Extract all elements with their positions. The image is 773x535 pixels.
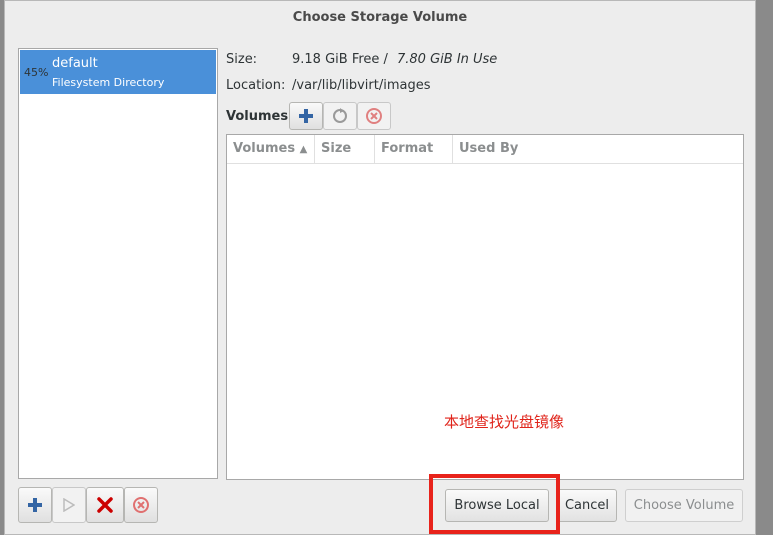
pool-type: Filesystem Directory bbox=[52, 76, 165, 89]
delete-icon bbox=[133, 497, 149, 513]
delete-pool-button[interactable] bbox=[124, 487, 158, 523]
column-header-size[interactable]: Size bbox=[315, 135, 375, 163]
delete-volume-button[interactable] bbox=[357, 102, 391, 130]
delete-icon bbox=[366, 108, 382, 124]
column-header-format[interactable]: Format bbox=[375, 135, 453, 163]
highlight-box bbox=[429, 474, 560, 534]
size-free-value: 9.18 GiB Free / bbox=[292, 52, 388, 67]
pool-name: default bbox=[52, 56, 98, 71]
add-volume-button[interactable] bbox=[289, 102, 323, 130]
volumes-label: Volumes bbox=[226, 109, 289, 124]
size-in-use-value: 7.80 GiB In Use bbox=[397, 52, 498, 67]
size-label: Size: bbox=[226, 52, 258, 67]
refresh-icon bbox=[333, 108, 347, 123]
add-icon bbox=[28, 498, 42, 512]
stop-pool-button[interactable] bbox=[86, 487, 124, 523]
choose-storage-volume-dialog: Choose Storage Volume 45% default Filesy… bbox=[4, 0, 756, 535]
storage-pool-list[interactable]: 45% default Filesystem Directory bbox=[18, 48, 218, 479]
location-value: /var/lib/libvirt/images bbox=[292, 78, 431, 93]
dialog-title: Choose Storage Volume bbox=[292, 10, 468, 25]
pool-item-default[interactable]: 45% default Filesystem Directory bbox=[20, 50, 216, 94]
annotation-note: 本地查找光盘镜像 bbox=[444, 413, 565, 431]
location-label: Location: bbox=[226, 78, 286, 93]
add-icon bbox=[299, 109, 313, 123]
play-icon bbox=[63, 498, 75, 512]
add-pool-button[interactable] bbox=[18, 487, 52, 523]
volume-table-header: Volumes ▲ Size Format Used By bbox=[227, 135, 743, 164]
pool-usage-percent: 45% bbox=[24, 66, 49, 79]
choose-volume-button[interactable]: Choose Volume bbox=[625, 489, 743, 522]
refresh-volumes-button[interactable] bbox=[323, 102, 357, 130]
cancel-button[interactable]: Cancel bbox=[557, 489, 617, 522]
stop-icon bbox=[97, 497, 113, 513]
column-header-volumes[interactable]: Volumes ▲ bbox=[227, 135, 315, 163]
sort-ascending-icon: ▲ bbox=[299, 144, 308, 155]
column-header-used-by[interactable]: Used By bbox=[453, 135, 743, 163]
start-pool-button[interactable] bbox=[52, 487, 86, 523]
